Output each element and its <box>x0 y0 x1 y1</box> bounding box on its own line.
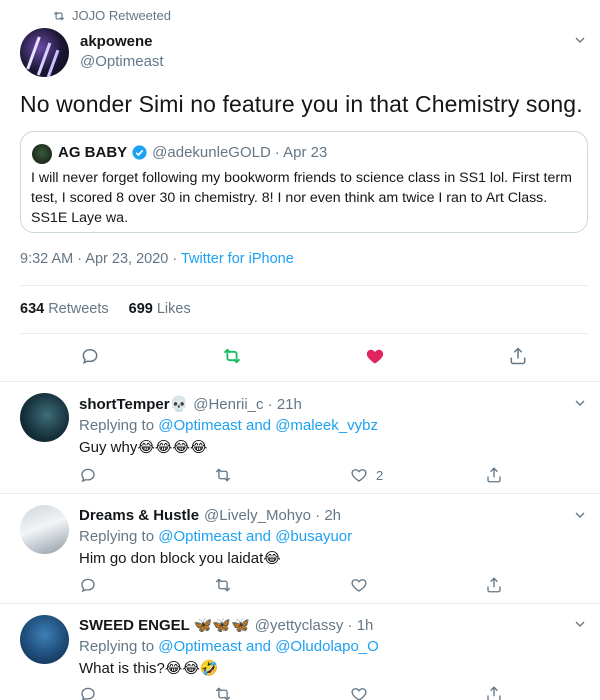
replying-prefix: Replying to <box>79 638 159 655</box>
retweet-button[interactable] <box>214 576 232 594</box>
replying-to: Replying to @Optimeast and @busayuor <box>79 528 352 545</box>
retweet-icon <box>53 11 65 20</box>
quoted-tweet-text: I will never forget following my bookwor… <box>31 170 572 226</box>
share-icon <box>510 347 526 365</box>
reply-tweet[interactable]: shortTemper💀 @Henrii_c · 21h Replying to… <box>0 381 600 493</box>
reply-text: Him go don block you laidat😂 <box>79 550 281 567</box>
reply-header: Dreams & Hustle @Lively_Mohyo · 2h <box>79 507 341 524</box>
mention-link[interactable]: @Optimeast <box>158 528 242 545</box>
mention-link[interactable]: @maleek_vybz <box>275 417 378 434</box>
share-icon <box>487 577 501 593</box>
retweet-button[interactable] <box>214 685 232 700</box>
like-button[interactable] <box>350 685 368 700</box>
reply-author-name[interactable]: SWEED ENGEL 🦋🦋🦋 <box>79 616 250 634</box>
heart-outline-icon <box>351 469 367 482</box>
replying-to: Replying to @Optimeast and @Oludolapo_O <box>79 638 379 655</box>
like-count: 2 <box>376 467 384 483</box>
mention-link[interactable]: @busayuor <box>275 528 352 545</box>
reply-header: shortTemper💀 @Henrii_c · 21h <box>79 395 302 414</box>
mention-link[interactable]: @Optimeast <box>158 417 242 434</box>
reply-icon <box>82 348 98 365</box>
replying-prefix: Replying to <box>79 417 159 434</box>
author-avatar[interactable] <box>20 28 69 77</box>
heart-icon <box>366 349 384 364</box>
chevron-down-icon[interactable] <box>572 616 588 632</box>
retweet-context: JOJO Retweeted <box>52 8 171 23</box>
quoted-tweet-header: AG BABY @adekunleGOLD · Apr 23 <box>58 144 327 161</box>
reply-button[interactable] <box>80 346 100 368</box>
likes-label: Likes <box>156 301 191 317</box>
retweets-count: 634 <box>20 301 45 317</box>
replying-and: and <box>241 417 276 434</box>
reply-icon <box>81 687 95 700</box>
chevron-down-icon[interactable] <box>572 395 588 411</box>
tweet-meta: 9:32 AM · Apr 23, 2020 · Twitter for iPh… <box>20 251 294 267</box>
reply-button[interactable] <box>79 576 97 594</box>
tweet-timestamp[interactable]: 9:32 AM · Apr 23, 2020 · <box>20 251 181 267</box>
mention-link[interactable]: @Optimeast <box>158 638 242 655</box>
retweets-stat[interactable]: 634 Retweets <box>20 301 109 317</box>
reply-button[interactable] <box>79 466 97 484</box>
share-button[interactable] <box>485 685 503 700</box>
replying-to: Replying to @Optimeast and @maleek_vybz <box>79 417 378 434</box>
author-name[interactable]: akpowene <box>80 33 164 50</box>
quoted-tweet[interactable]: AG BABY @adekunleGOLD · Apr 23 I will ne… <box>20 131 588 233</box>
retweet-button[interactable] <box>214 466 232 484</box>
chevron-down-icon[interactable] <box>572 32 588 48</box>
reply-text: What is this?😂😂🤣 <box>79 660 219 677</box>
heart-outline-icon <box>351 688 367 700</box>
retweet-icon <box>215 468 231 482</box>
retweet-button[interactable] <box>222 346 242 368</box>
share-icon <box>487 686 501 700</box>
mention-link[interactable]: @Oludolapo_O <box>275 638 379 655</box>
quoted-author-name: AG BABY <box>58 144 128 161</box>
tweet-text: No wonder Simi no feature you in that Ch… <box>20 91 583 117</box>
heart-outline-icon <box>351 579 367 592</box>
quoted-author-avatar <box>32 144 52 164</box>
reply-author-name[interactable]: Dreams & Hustle <box>79 507 199 524</box>
quoted-tweet-date: · Apr 23 <box>274 144 328 161</box>
likes-count: 699 <box>128 301 153 317</box>
reply-text: Guy why😂😂😂😂 <box>79 439 208 456</box>
retweets-label: Retweets <box>48 301 109 317</box>
retweet-icon <box>223 348 241 364</box>
reply-author-handle[interactable]: @Lively_Mohyo · 2h <box>204 507 341 524</box>
reply-header: SWEED ENGEL 🦋🦋🦋 @yettyclassy · 1h <box>79 616 374 635</box>
reply-tweet[interactable]: SWEED ENGEL 🦋🦋🦋 @yettyclassy · 1h Replyi… <box>0 603 600 700</box>
retweet-icon <box>215 578 231 592</box>
reply-icon <box>81 578 95 593</box>
divider <box>20 285 588 286</box>
share-button[interactable] <box>508 346 528 368</box>
reply-avatar[interactable] <box>20 505 69 554</box>
reply-author-name[interactable]: shortTemper💀 <box>79 395 188 413</box>
reply-avatar[interactable] <box>20 393 69 442</box>
quoted-author-handle: @adekunleGOLD <box>152 144 271 161</box>
like-button[interactable] <box>365 346 385 368</box>
reply-tweet[interactable]: Dreams & Hustle @Lively_Mohyo · 2h Reply… <box>0 493 600 603</box>
author-block[interactable]: akpowene @Optimeast <box>80 33 164 70</box>
reply-button[interactable] <box>79 685 97 700</box>
divider <box>20 333 588 334</box>
replying-and: and <box>241 528 276 545</box>
chevron-down-icon[interactable] <box>572 507 588 523</box>
replying-and: and <box>241 638 276 655</box>
reply-author-handle[interactable]: @Henrii_c · 21h <box>193 396 302 413</box>
tweet-stats: 634 Retweets 699 Likes <box>20 301 191 317</box>
like-button[interactable] <box>350 576 368 594</box>
share-button[interactable] <box>485 576 503 594</box>
verified-badge-icon <box>132 145 147 160</box>
share-button[interactable] <box>485 466 503 484</box>
share-icon <box>487 467 501 483</box>
reply-icon <box>81 468 95 483</box>
author-handle[interactable]: @Optimeast <box>80 53 164 70</box>
replying-prefix: Replying to <box>79 528 159 545</box>
reply-author-handle[interactable]: @yettyclassy · 1h <box>255 617 374 634</box>
retweet-icon <box>215 687 231 700</box>
tweet-source[interactable]: Twitter for iPhone <box>181 251 294 267</box>
reply-avatar[interactable] <box>20 615 69 664</box>
likes-stat[interactable]: 699 Likes <box>129 301 191 317</box>
like-button[interactable]: 2 <box>350 466 390 484</box>
retweet-context-text: JOJO Retweeted <box>72 8 171 23</box>
